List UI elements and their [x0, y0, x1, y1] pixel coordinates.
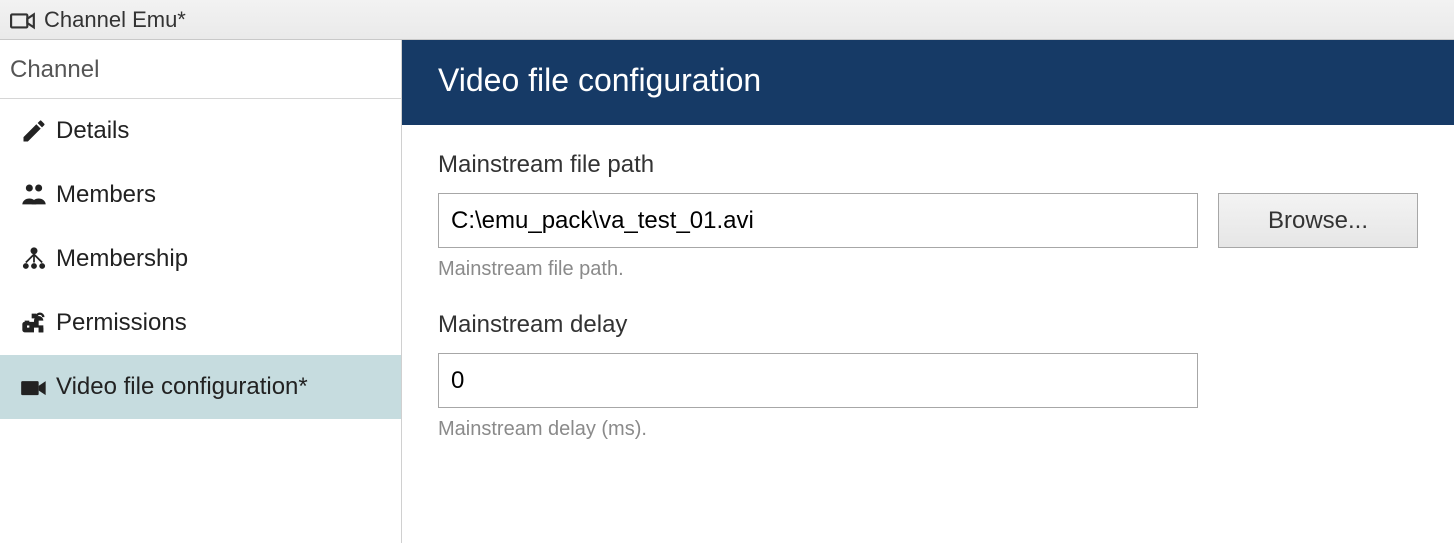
sidebar-item-details[interactable]: Details	[0, 99, 401, 163]
sidebar-item-label: Permissions	[56, 309, 187, 337]
sidebar-item-members[interactable]: Members	[0, 163, 401, 227]
mainstream-delay-input[interactable]	[438, 353, 1198, 408]
field-help: Mainstream file path.	[438, 258, 1418, 281]
sidebar-header: Channel	[0, 40, 401, 99]
members-icon	[20, 181, 56, 209]
camera-icon	[20, 373, 56, 401]
field-mainstream-file-path: Mainstream file path Browse... Mainstrea…	[438, 151, 1418, 281]
field-label: Mainstream delay	[438, 311, 1418, 339]
sidebar-item-membership[interactable]: Membership	[0, 227, 401, 291]
sidebar-item-label: Video file configuration*	[56, 373, 308, 401]
camera-icon	[10, 9, 36, 31]
sidebar-item-label: Members	[56, 181, 156, 209]
sidebar-item-label: Details	[56, 117, 129, 145]
main-header: Video file configuration	[402, 40, 1454, 125]
window-titlebar: Channel Emu*	[0, 0, 1454, 40]
field-label: Mainstream file path	[438, 151, 1418, 179]
edit-icon	[20, 117, 56, 145]
field-mainstream-delay: Mainstream delay Mainstream delay (ms).	[438, 311, 1418, 441]
mainstream-file-path-input[interactable]	[438, 193, 1198, 248]
browse-button[interactable]: Browse...	[1218, 193, 1418, 248]
sidebar-item-label: Membership	[56, 245, 188, 273]
sidebar-item-permissions[interactable]: Permissions	[0, 291, 401, 355]
window-title: Channel Emu*	[44, 7, 186, 33]
field-help: Mainstream delay (ms).	[438, 418, 1418, 441]
membership-icon	[20, 245, 56, 273]
sidebar: Channel Details Members	[0, 40, 402, 543]
permissions-icon	[20, 309, 56, 337]
sidebar-item-video-file-configuration[interactable]: Video file configuration*	[0, 355, 401, 419]
main-panel: Video file configuration Mainstream file…	[402, 40, 1454, 543]
